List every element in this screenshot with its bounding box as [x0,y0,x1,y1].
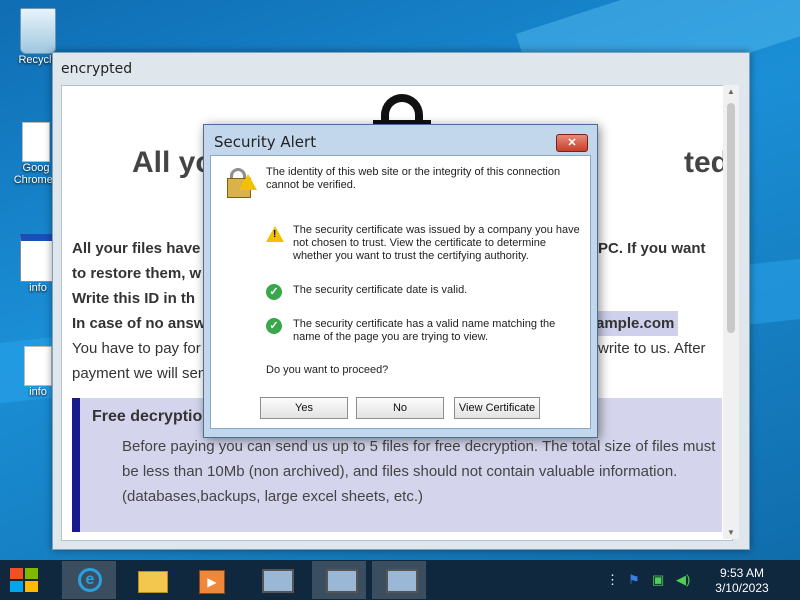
free-decryption-text: Before paying you can send us up to 5 fi… [122,438,716,505]
computer-icon [262,569,294,593]
no-button[interactable]: No [356,397,444,419]
file-icon [22,122,50,162]
start-button[interactable] [10,568,40,594]
check-icon: ✓ [266,318,282,334]
taskbar-file-explorer[interactable] [124,561,178,599]
paragraph-text: You have to pay for [72,340,201,357]
paragraph-text: All your files have [72,240,201,257]
volume-icon[interactable]: ◀) [676,572,690,588]
file-icon [24,346,52,386]
view-certificate-button[interactable]: View Certificate [454,397,540,419]
scroll-down-icon[interactable]: ▼ [727,528,735,537]
vertical-scrollbar[interactable]: ▲ ▼ [723,85,739,539]
window-icon [20,234,56,282]
network-computer-icon [386,569,418,593]
lock-warning-icon [227,168,257,200]
scrollbar-thumb[interactable] [727,103,735,333]
headline-left: All yo [132,146,214,179]
dialog-title: Security Alert [214,133,317,151]
paragraph-tail: PC. If you want [598,240,706,257]
network-computer-icon [326,569,358,593]
clock-time: 9:53 AM [719,566,765,580]
certificate-date-status: The security certificate date is valid. [293,284,468,296]
dialog-body: The identity of this web site or the int… [210,155,591,429]
tray-overflow-icon[interactable]: ⋮ [606,572,619,588]
clock-date: 3/10/2023 [715,581,769,595]
dialog-intro: The identity of this web site or the int… [266,166,561,191]
security-alert-dialog: Security Alert ✕ The identity of this we… [203,124,598,438]
check-icon: ✓ [266,284,282,300]
paragraph-text: In case of no answ [72,315,206,332]
close-button[interactable]: ✕ [556,134,588,152]
recycle-bin-icon [20,8,56,54]
certificate-name-status: The security certificate has a valid nam… [293,318,556,343]
email-address[interactable]: ample.com [592,311,679,336]
network-icon[interactable]: ▣ [652,572,664,588]
taskbar-computer[interactable] [248,561,302,599]
clock[interactable]: 9:53 AM 3/10/2023 [706,566,778,596]
window-title: encrypted [61,61,133,77]
internet-explorer-icon: e [78,568,102,592]
certificate-issuer-warning: The security certificate was issued by a… [293,224,580,262]
paragraph-tail: write to us. After [598,340,706,357]
scroll-up-icon[interactable]: ▲ [727,87,735,96]
warning-icon: ! [266,226,284,242]
windows-logo-icon [10,568,23,579]
media-player-icon: ▶ [199,570,225,594]
yes-button[interactable]: Yes [260,397,348,419]
taskbar-app-2[interactable] [372,561,426,599]
folder-icon [138,571,168,593]
flag-icon[interactable]: ⚑ [628,572,640,588]
taskbar-media-player[interactable]: ▶ [184,561,238,599]
free-decryption-title: Free decryption [92,408,213,425]
proceed-question: Do you want to proceed? [266,364,389,376]
taskbar-app-1[interactable] [312,561,366,599]
taskbar-internet-explorer[interactable]: e [62,561,116,599]
